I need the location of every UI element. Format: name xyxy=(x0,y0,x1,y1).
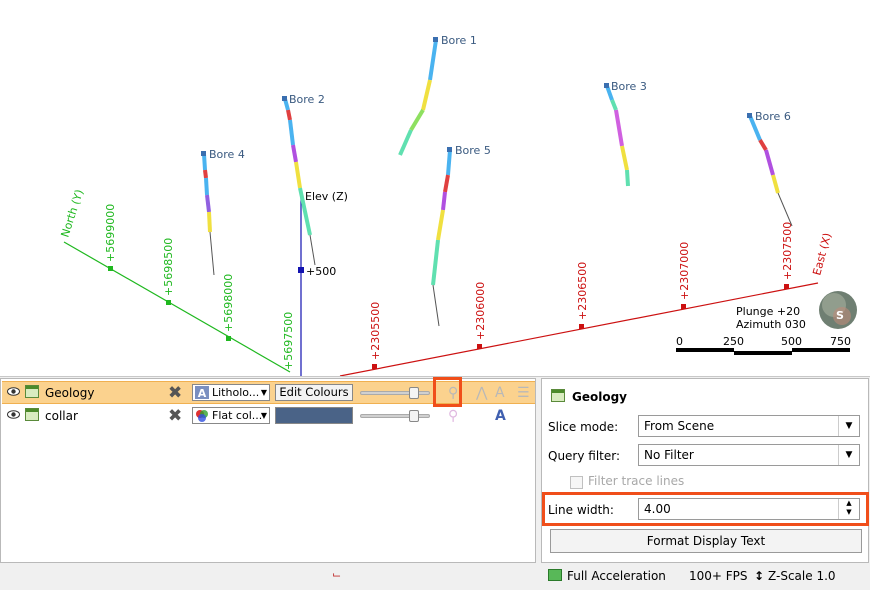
colour-mode-select[interactable]: Flat col... ▼ xyxy=(192,407,270,424)
colour-mode-select[interactable]: A Litholo... ▼ xyxy=(192,384,270,401)
bore-label: Bore 5 xyxy=(455,144,491,157)
north-tick-label: +5699000 xyxy=(104,204,117,262)
east-tick-mark xyxy=(579,324,584,329)
east-tick-mark xyxy=(681,304,686,309)
query-filter-select[interactable]: No Filter ▼ xyxy=(638,444,860,466)
borehole-bore-4: Bore 4 xyxy=(201,148,245,276)
fps-readout: 100+ FPS xyxy=(689,569,748,583)
north-axis-line xyxy=(63,241,291,373)
filter-trace-lines-checkbox[interactable] xyxy=(570,476,583,489)
east-tick-mark xyxy=(784,284,789,289)
filter-icon[interactable]: ⚲ xyxy=(448,408,458,424)
remove-icon[interactable]: ✖ xyxy=(168,406,182,426)
east-tick-label: +2307000 xyxy=(678,242,691,300)
split-icon[interactable]: ⋀ xyxy=(476,385,487,401)
north-tick-mark xyxy=(226,336,231,341)
east-tick-mark xyxy=(372,364,377,369)
plunge-readout: Plunge +20 xyxy=(736,305,800,318)
east-tick-label: +2307500 xyxy=(781,222,794,280)
north-axis-label: North (Y) xyxy=(58,188,86,239)
scene-row-collar[interactable]: collar ✖ Flat col... ▼ ⚲ A xyxy=(2,405,535,428)
east-tick-label: +2306000 xyxy=(474,282,487,340)
north-tick-label: +5698000 xyxy=(222,274,235,332)
opacity-slider[interactable] xyxy=(360,410,430,422)
text-label-icon[interactable]: A xyxy=(495,408,506,424)
elev-tick-label: +500 xyxy=(306,265,336,278)
bore-label: Bore 6 xyxy=(755,110,791,123)
properties-title: Geology xyxy=(572,390,628,404)
colour-swatch[interactable] xyxy=(275,407,353,424)
geology-object-icon xyxy=(551,389,565,402)
acceleration-status: Full Acceleration xyxy=(567,569,666,583)
azimuth-readout: Azimuth 030 xyxy=(736,318,806,331)
axis-origin-icon: ⌙ xyxy=(332,568,342,581)
scale-tick: 500 xyxy=(781,335,802,348)
scene-row-name: collar xyxy=(45,409,78,423)
bore-label: Bore 2 xyxy=(289,93,325,106)
scale-tick: 250 xyxy=(723,335,744,348)
line-width-highlight xyxy=(542,492,869,526)
borehole-bore-3: Bore 3 xyxy=(604,80,647,187)
scale-tick: 750 xyxy=(830,335,851,348)
east-axis-label: East (X) xyxy=(810,232,834,277)
visibility-eye-icon[interactable] xyxy=(7,410,20,419)
slice-mode-select[interactable]: From Scene ▼ xyxy=(638,415,860,437)
compass-letter: S xyxy=(836,309,844,322)
bore-label: Bore 4 xyxy=(209,148,245,161)
zscale-readout[interactable]: Z-Scale 1.0 xyxy=(768,569,836,583)
east-tick-mark xyxy=(477,344,482,349)
edit-colours-button[interactable]: Edit Colours xyxy=(275,384,353,401)
visibility-eye-icon[interactable] xyxy=(7,387,20,396)
borehole-bore-6: Bore 6 xyxy=(747,110,793,227)
collar-object-icon xyxy=(25,408,39,421)
east-tick-label: +2306500 xyxy=(576,262,589,320)
text-label-icon[interactable]: A xyxy=(495,385,505,401)
list-icon[interactable]: ☰ xyxy=(517,385,530,401)
svg-text:A: A xyxy=(198,387,207,399)
elev-tick-mark xyxy=(298,267,304,273)
borehole-bore-1: Bore 1 xyxy=(398,34,477,156)
opacity-slider[interactable] xyxy=(360,387,430,399)
query-filter-label: Query filter: xyxy=(548,449,621,463)
elev-axis-label: Elev (Z) xyxy=(305,190,348,203)
north-tick-label: +5697500 xyxy=(282,312,295,370)
north-tick-mark xyxy=(166,300,171,305)
monitor-icon xyxy=(548,569,562,581)
remove-icon[interactable]: ✖ xyxy=(168,383,182,403)
filter-trace-lines-label: Filter trace lines xyxy=(588,474,685,488)
status-bar: ⌙ Full Acceleration 100+ FPS ↕ Z-Scale 1… xyxy=(0,564,870,590)
scale-bar: 0 250 500 750 xyxy=(676,335,851,355)
scale-tick: 0 xyxy=(676,335,683,348)
slice-mode-label: Slice mode: xyxy=(548,420,619,434)
format-display-text-button[interactable]: Format Display Text xyxy=(550,529,862,553)
flat-colour-icon xyxy=(196,410,208,422)
geology-object-icon xyxy=(25,385,39,398)
scene-canvas[interactable]: North (Y) +5699000 +5698500 +5698000 +56… xyxy=(0,0,870,376)
compass-globe-icon: S xyxy=(819,291,857,329)
north-tick-label: +5698500 xyxy=(162,238,175,296)
filter-icon-highlight xyxy=(433,377,462,407)
chevron-down-icon: ▼ xyxy=(838,445,859,465)
bore-label: Bore 3 xyxy=(611,80,647,93)
bore-label: Bore 1 xyxy=(441,34,477,47)
borehole-bore-2: Bore 2 xyxy=(282,93,325,266)
east-tick-label: +2305500 xyxy=(369,302,382,360)
north-tick-mark xyxy=(108,266,113,271)
scene-row-name: Geology xyxy=(45,386,95,400)
lithology-a-icon: A xyxy=(195,386,209,399)
scene-viewport[interactable]: North (Y) +5699000 +5698500 +5698000 +56… xyxy=(0,0,870,377)
properties-panel: Geology Slice mode: From Scene ▼ Query fi… xyxy=(541,378,869,563)
chevron-down-icon: ▼ xyxy=(838,416,859,436)
zscale-icon[interactable]: ↕ xyxy=(754,569,764,583)
